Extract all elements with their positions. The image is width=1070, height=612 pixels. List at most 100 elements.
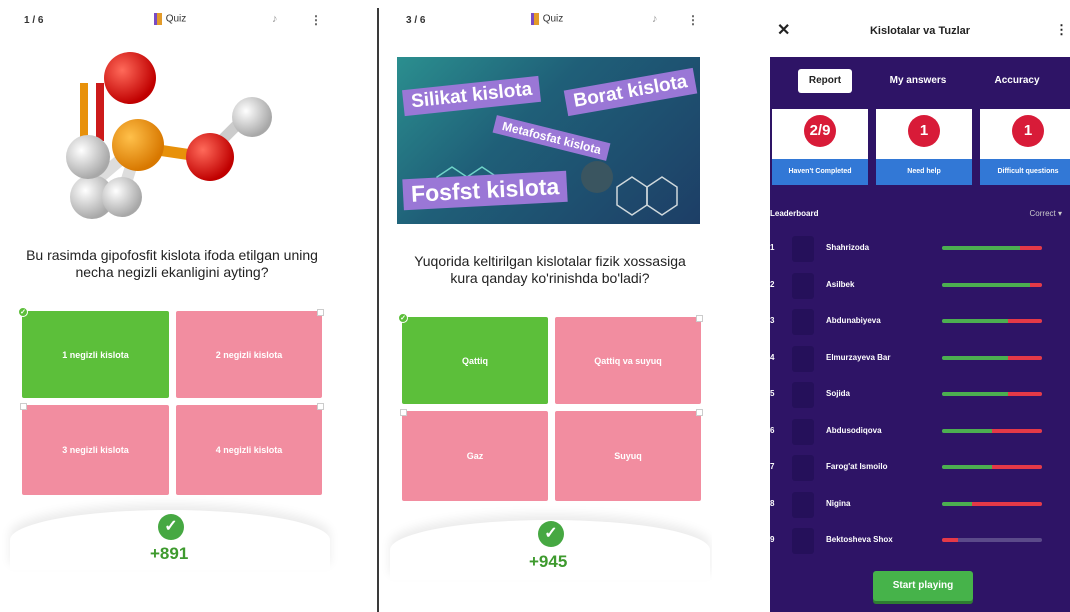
oxygen-atom [186, 133, 234, 181]
corner-marker [20, 403, 27, 410]
score-text: +891 [150, 544, 189, 563]
stat-card-not-completed[interactable]: 2/9 Haven't Completed [772, 109, 868, 185]
question-text: Yuqorida keltirilgan kislotalar fizik xo… [414, 253, 686, 286]
wrong-segment [972, 501, 1042, 506]
leaderboard-row[interactable]: 8 Nigina [770, 488, 1070, 524]
quiz-header: 1 / 6 Quiz ♪ ⋮ [0, 10, 340, 32]
quiz-label: Quiz [542, 13, 564, 25]
stat-label: Haven't Completed [772, 159, 868, 185]
quiz-logo: Quiz [0, 13, 340, 25]
answer-option-2[interactable]: Qattiq va suyuq [555, 315, 703, 404]
more-options-icon[interactable]: ⋮ [687, 13, 699, 27]
report-dashboard: Report My answers Accuracy 2/9 Haven't C… [770, 57, 1070, 612]
accuracy-bar [942, 355, 1042, 360]
accuracy-bar [942, 538, 1042, 542]
leaderboard-title: Leaderboard [770, 209, 819, 218]
player-name: Sojida [826, 389, 851, 398]
leaderboard-row[interactable]: 1 Shahrizoda [770, 232, 1070, 268]
quiz-label: Quiz [165, 13, 187, 25]
avatar [792, 272, 814, 299]
check-icon: ✓ [398, 313, 408, 323]
player-name: Nigina [826, 498, 851, 508]
leaderboard-row[interactable]: 9 Bektosheva Shox [770, 524, 1070, 560]
correct-segment [942, 428, 992, 433]
tab-my-answers[interactable]: My answers [878, 69, 958, 93]
avatar [792, 418, 814, 445]
wrong-segment [992, 465, 1042, 469]
rank-number: 6 [770, 425, 775, 435]
start-playing-button[interactable]: Start playing [873, 571, 973, 601]
check-icon: ✓ [538, 521, 564, 547]
volume-icon[interactable]: ♪ [652, 13, 658, 25]
report-header: ✕ Kislotalar va Tuzlar ⋮ [770, 0, 1070, 52]
answer-option-4[interactable]: 4 negizli kislota [176, 403, 324, 495]
stat-value: 1 [908, 115, 940, 147]
option-label: 4 negizli kislota [215, 445, 283, 455]
accuracy-bar [942, 465, 1042, 469]
avatar [792, 528, 814, 554]
corner-marker [317, 403, 324, 410]
avatar [792, 491, 814, 518]
rank-number: 1 [770, 243, 775, 252]
stat-value: 1 [1012, 115, 1044, 147]
correct-segment [942, 282, 1030, 287]
quiz-logo-icon [530, 13, 539, 25]
phosphorus-atom [112, 119, 164, 171]
option-label: 3 negizli kislota [62, 445, 129, 455]
accuracy-bar [942, 501, 1042, 506]
stat-card-difficult[interactable]: 1 Difficult questions [980, 109, 1070, 185]
oxygen-atom [104, 52, 156, 104]
avatar [792, 309, 814, 335]
more-options-icon[interactable]: ⋮ [310, 13, 322, 27]
correct-segment [942, 246, 1020, 250]
answer-option-3[interactable]: 3 negizli kislota [20, 403, 169, 495]
wrong-segment [1008, 355, 1042, 360]
sort-label: Correct [1029, 209, 1056, 218]
accuracy-bar [942, 246, 1042, 250]
quiz-logo: Quiz [382, 13, 712, 25]
accuracy-bar [942, 392, 1042, 396]
leaderboard-row[interactable]: 3 Abdunabiyeva [770, 305, 1070, 341]
option-label: Qattiq [462, 355, 488, 366]
answer-option-2[interactable]: 2 negizli kislota [176, 309, 324, 398]
player-name: Farog'at Ismoilo [826, 462, 888, 471]
leaderboard-row[interactable]: 5 Sojida [770, 378, 1070, 414]
more-options-icon[interactable]: ⋮ [1055, 22, 1068, 38]
report-tabs: Report My answers Accuracy [770, 69, 1070, 93]
correct-segment [942, 465, 992, 469]
avatar [792, 236, 814, 262]
question-text: Bu rasimda gipofosfit kislota ifoda etil… [26, 247, 318, 280]
leaderboard-row[interactable]: 7 Farog'at Ismoilo [770, 451, 1070, 487]
wrong-segment [1030, 282, 1042, 287]
quiz-title: Kislotalar va Tuzlar [869, 25, 971, 37]
wrong-segment [942, 538, 958, 542]
wrong-segment [1008, 319, 1042, 323]
bond [80, 83, 88, 141]
corner-marker [696, 315, 703, 322]
stat-card-need-help[interactable]: 1 Need help [876, 109, 972, 185]
score-text: +945 [529, 552, 568, 571]
leaderboard-row[interactable]: 6 Abdusodiqova [770, 415, 1070, 451]
player-name: Abdunabiyeva [826, 316, 881, 325]
player-name: Asilbek [826, 279, 855, 289]
rank-number: 8 [770, 498, 775, 508]
leaderboard-row[interactable]: 2 Asilbek [770, 269, 1070, 305]
bond [96, 83, 104, 141]
quiz-logo-icon [153, 13, 162, 25]
quiz-panel-2: 3 / 6 Quiz ♪ ⋮ Silikat kislota Borat kis… [382, 0, 712, 612]
leaderboard-row[interactable]: 4 Elmurzayeva Bar [770, 342, 1070, 378]
sort-dropdown[interactable]: Correct ▾ [1030, 209, 1062, 218]
volume-icon[interactable]: ♪ [272, 13, 278, 25]
tab-accuracy[interactable]: Accuracy [984, 69, 1050, 93]
molecule-image [66, 52, 272, 219]
rank-number: 7 [770, 462, 775, 471]
rank-number: 5 [770, 389, 775, 398]
answer-option-4[interactable]: Suyuq [555, 409, 703, 501]
answer-option-3[interactable]: Gaz [400, 409, 548, 501]
answer-option-1[interactable]: ✓ 1 negizli kislota [18, 307, 169, 398]
tab-report[interactable]: Report [798, 69, 852, 93]
wrong-segment [1008, 392, 1042, 396]
quiz-header: 3 / 6 Quiz ♪ ⋮ [382, 10, 712, 32]
wrong-segment [992, 428, 1042, 433]
answer-option-1[interactable]: ✓ Qattiq [398, 313, 548, 404]
